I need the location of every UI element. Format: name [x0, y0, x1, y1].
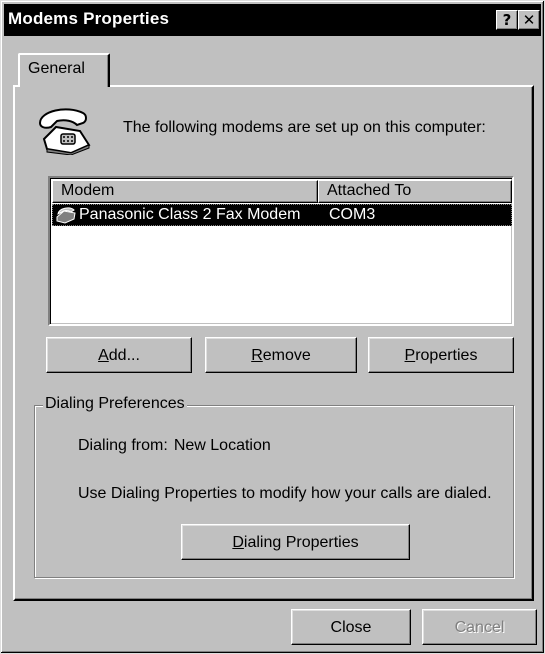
tab-general-label: General: [28, 60, 85, 77]
dialing-from-row: Dialing from: New Location: [78, 437, 271, 455]
modem-name-cell: Panasonic Class 2 Fax Modem: [79, 206, 301, 223]
add-mnemonic: A: [98, 346, 109, 364]
cancel-button: Cancel: [422, 609, 537, 645]
modem-list[interactable]: Modem Attached To Panasonic Class 2 Fax …: [48, 176, 514, 326]
column-header-attached-to[interactable]: Attached To: [318, 180, 512, 203]
column-header-modem[interactable]: Modem: [52, 180, 318, 203]
dialing-properties-mnemonic: D: [232, 533, 244, 551]
dialing-note: Use Dialing Properties to modify how you…: [78, 485, 492, 502]
window-title: Modems Properties: [8, 9, 170, 28]
dialing-properties-label: ialing Properties: [243, 533, 359, 551]
title-bar[interactable]: Modems Properties ? ✕: [4, 4, 541, 36]
help-button[interactable]: ?: [496, 10, 518, 30]
properties-button[interactable]: Properties: [368, 337, 514, 373]
close-button[interactable]: Close: [291, 609, 411, 645]
dialing-from-value: New Location: [173, 437, 271, 454]
attached-to-cell: COM3: [329, 206, 376, 223]
properties-label: roperties: [415, 346, 478, 364]
tab-general[interactable]: General: [18, 53, 110, 87]
add-label: dd...: [108, 346, 140, 364]
remove-label: emove: [262, 346, 311, 364]
modems-properties-dialog: Modems Properties ? ✕ General The follow…: [0, 0, 545, 654]
remove-mnemonic: R: [251, 346, 263, 364]
properties-mnemonic: P: [404, 346, 416, 364]
intro-text: The following modems are set up on this …: [123, 119, 486, 136]
modem-icon: [56, 207, 76, 224]
remove-button[interactable]: Remove: [205, 337, 357, 373]
close-window-button[interactable]: ✕: [518, 10, 540, 30]
telephone-icon: [38, 108, 91, 155]
dialing-from-label: Dialing from:: [78, 437, 168, 454]
add-button[interactable]: Add...: [46, 337, 192, 373]
dialing-properties-button[interactable]: Dialing Properties: [181, 524, 410, 560]
group-label: Dialing Preferences: [43, 395, 187, 413]
modem-list-row[interactable]: Panasonic Class 2 Fax Modem COM3: [52, 204, 512, 226]
